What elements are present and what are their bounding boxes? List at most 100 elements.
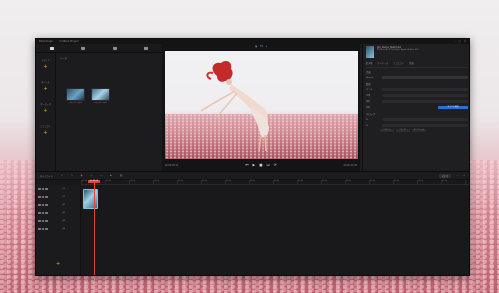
source-button[interactable]: ソース bbox=[396, 129, 410, 132]
tab-effects[interactable]: エフェクト bbox=[393, 61, 404, 65]
chevron-down-icon[interactable]: ▾ bbox=[266, 45, 267, 48]
record-button[interactable]: ● bbox=[81, 174, 83, 177]
loop-icon[interactable]: ⟳ bbox=[274, 163, 277, 167]
lock-icon[interactable] bbox=[38, 211, 41, 215]
inspector-clip-info: 1920x1080 | 25.00fps | Apple ProRes 422 bbox=[377, 49, 419, 52]
mute-icon[interactable] bbox=[45, 219, 48, 223]
maximize-icon[interactable]: □ bbox=[459, 40, 461, 43]
composite-select[interactable] bbox=[382, 76, 468, 79]
media-clip[interactable]: clip_02.mp4 bbox=[91, 88, 110, 104]
transitions-button[interactable] bbox=[112, 46, 117, 50]
add-track-icon[interactable]: + bbox=[56, 261, 60, 267]
track-name: V1 bbox=[62, 196, 66, 198]
clip-thumbnail[interactable] bbox=[91, 88, 110, 101]
track-header[interactable]: A3 bbox=[36, 217, 80, 225]
add-icon[interactable]: + bbox=[43, 109, 48, 114]
eye-icon[interactable] bbox=[41, 203, 44, 207]
rotation-field[interactable] bbox=[382, 100, 468, 103]
clip-thumbnail[interactable] bbox=[66, 88, 85, 101]
video-viewer[interactable] bbox=[165, 51, 358, 159]
add-icon[interactable]: + bbox=[43, 87, 48, 92]
apply-all-button[interactable]: すべてに適用 bbox=[438, 105, 468, 110]
mute-icon[interactable] bbox=[45, 195, 48, 199]
titles-button[interactable] bbox=[144, 46, 149, 50]
mute-icon[interactable] bbox=[45, 227, 48, 231]
media-pool: ソース clip_01.mp4 clip_02.mp4 bbox=[57, 53, 162, 171]
ruler-tick-label: 00:25 bbox=[202, 180, 208, 182]
media-thumbnails: clip_01.mp4 clip_02.mp4 bbox=[66, 88, 159, 104]
zoom-out-icon[interactable]: − bbox=[456, 174, 458, 177]
sidebar-group-media[interactable]: メディア + bbox=[36, 58, 55, 80]
mute-icon[interactable] bbox=[45, 187, 48, 191]
mute-icon[interactable] bbox=[45, 211, 48, 215]
skip-back-icon[interactable]: ⏮ bbox=[245, 163, 248, 167]
magnet-icon[interactable]: ∩ bbox=[100, 174, 102, 177]
cut-icon[interactable]: ✂ bbox=[91, 174, 93, 177]
stop-icon[interactable]: ■ bbox=[259, 163, 262, 167]
zoom-field[interactable] bbox=[382, 88, 468, 91]
close-icon[interactable]: × bbox=[464, 40, 466, 43]
lock-icon[interactable] bbox=[38, 227, 41, 231]
tab-info[interactable]: 情報 bbox=[409, 61, 413, 65]
sidebar-group-effects[interactable]: エフェクト + bbox=[36, 124, 55, 146]
tab-audio[interactable]: オーディオ bbox=[378, 61, 389, 65]
mute-icon[interactable] bbox=[45, 203, 48, 207]
section-title[interactable]: 変形 bbox=[366, 82, 468, 86]
inspector-mini-buttons: リセット ソース キーフレーム bbox=[380, 129, 468, 132]
undo-icon[interactable]: ↶ bbox=[61, 174, 63, 177]
eye-icon[interactable] bbox=[41, 227, 44, 231]
marker-icon[interactable]: ◆ bbox=[110, 174, 112, 177]
timeline-ruler[interactable]: 00:00 00:05 00:10 00:15 00:20 00:25 00:30 00:35… bbox=[81, 180, 469, 185]
eye-icon[interactable] bbox=[41, 187, 44, 191]
lock-icon[interactable] bbox=[38, 219, 41, 223]
lock-icon[interactable] bbox=[38, 203, 41, 207]
grid-icon[interactable]: ▦ bbox=[255, 45, 257, 48]
media-clip[interactable]: clip_01.mp4 bbox=[66, 88, 85, 104]
track-header[interactable]: V2 bbox=[36, 185, 80, 193]
keyframe-button[interactable]: キーフレーム bbox=[412, 129, 426, 132]
eye-icon[interactable] bbox=[41, 211, 44, 215]
clip-name: clip_01.mp4 bbox=[69, 102, 82, 104]
track-header[interactable]: V1 bbox=[36, 193, 80, 201]
skip-forward-icon[interactable]: ⏭ bbox=[267, 163, 270, 167]
ruler-tick-label: 01:05 bbox=[394, 180, 400, 182]
timeline-clip[interactable] bbox=[83, 189, 98, 209]
eye-icon[interactable] bbox=[41, 195, 44, 199]
track-header[interactable]: A2 bbox=[36, 209, 80, 217]
link-icon[interactable]: ⛓ bbox=[120, 174, 123, 177]
flip-row: 反転 すべてに適用 bbox=[366, 105, 468, 110]
sidebar-group-audio[interactable]: オーディオ + bbox=[36, 102, 55, 124]
transport-controls: 00:00:05:12 ⏮ ▶ ■ ⏭ ⟳ 00:00:25:00 bbox=[162, 160, 360, 170]
zoom-in-icon[interactable]: + bbox=[463, 174, 465, 177]
playhead[interactable] bbox=[94, 180, 95, 275]
section-title[interactable]: クロップ bbox=[366, 112, 468, 116]
redo-icon[interactable]: ↷ bbox=[71, 174, 73, 177]
crop-right-field[interactable] bbox=[382, 124, 468, 127]
media-pool-button[interactable] bbox=[49, 46, 54, 50]
rotation-row: 回転 bbox=[366, 99, 468, 104]
minimize-icon[interactable]: – bbox=[454, 40, 455, 43]
reset-button[interactable]: リセット bbox=[380, 129, 394, 132]
lock-icon[interactable] bbox=[38, 195, 41, 199]
crop-left-field[interactable] bbox=[382, 118, 468, 121]
sync-bin-button[interactable] bbox=[81, 46, 86, 50]
add-icon[interactable]: + bbox=[43, 65, 48, 70]
eye-icon[interactable] bbox=[41, 219, 44, 223]
track-header[interactable]: A4 bbox=[36, 225, 80, 233]
play-icon[interactable]: ▶ bbox=[253, 163, 256, 167]
editor-window: Blackmagic Untitled Project – □ × メディア +… bbox=[35, 38, 470, 276]
tab-video[interactable]: ビデオ bbox=[366, 61, 373, 65]
track-mode-select[interactable]: ビデオ bbox=[438, 173, 452, 178]
inspector-header: girl_dance_field.mp4 1920x1080 | 25.00fp… bbox=[366, 46, 468, 58]
zoom-select[interactable]: Fit bbox=[260, 45, 263, 48]
position-field[interactable] bbox=[382, 94, 468, 97]
row-label: ズーム bbox=[366, 89, 373, 91]
project-title: Untitled Project bbox=[59, 40, 79, 43]
add-icon[interactable]: + bbox=[43, 131, 48, 136]
row-label: 位置 bbox=[366, 95, 371, 97]
track-header[interactable]: A1 bbox=[36, 201, 80, 209]
section-title[interactable]: 合成 bbox=[366, 70, 468, 74]
lock-icon[interactable] bbox=[38, 187, 41, 191]
track-name: A2 bbox=[62, 212, 66, 214]
sidebar-group-titles[interactable]: タイトル + bbox=[36, 80, 55, 102]
